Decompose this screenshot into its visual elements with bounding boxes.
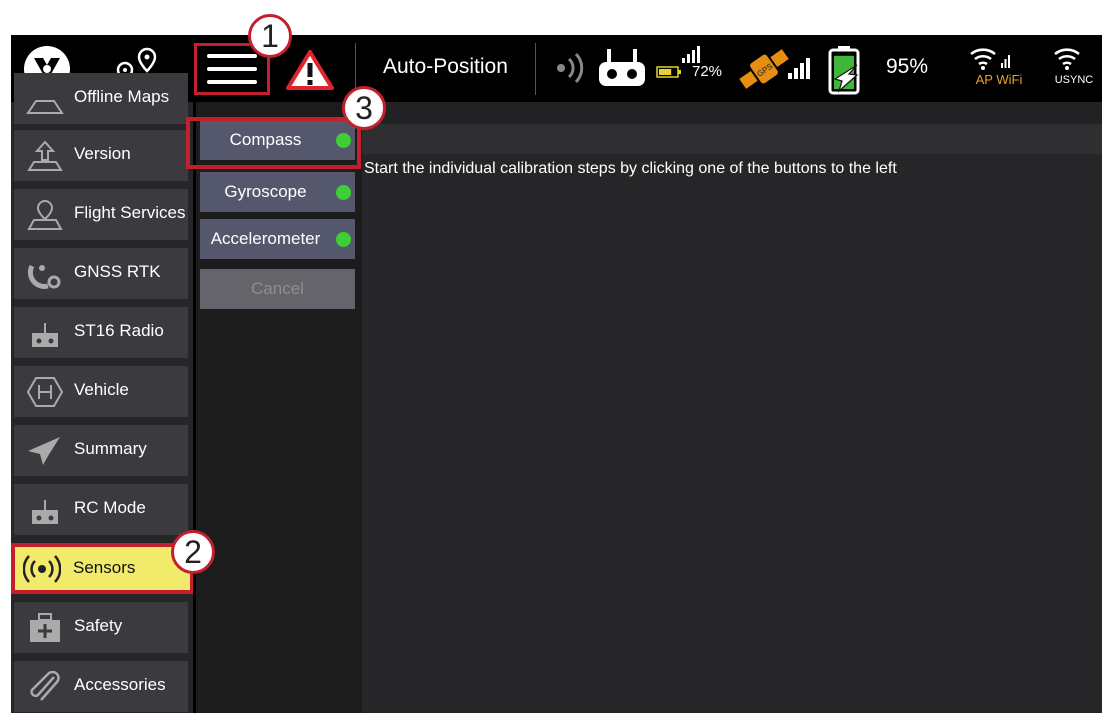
content-subheader — [362, 124, 1102, 154]
settings-sidebar: Offline Maps Version Flight Services GNS… — [11, 73, 194, 713]
status-ok-icon — [336, 232, 351, 247]
sidebar-item-vehicle[interactable]: Vehicle — [14, 366, 188, 417]
signal-icon — [551, 51, 587, 85]
paper-plane-icon — [26, 435, 64, 467]
radio-icon — [26, 317, 64, 349]
sidebar-item-label: RC Mode — [74, 498, 146, 517]
main-content: Start the individual calibration steps b… — [362, 102, 1102, 713]
usync-status[interactable]: USYNC — [1051, 45, 1097, 95]
remote-controller-icon — [597, 47, 647, 87]
menu-icon — [207, 54, 257, 58]
gps-icon: GPS — [736, 45, 792, 93]
sidebar-item-label: ST16 Radio — [74, 321, 164, 340]
menu-icon-bar — [207, 67, 257, 71]
sidebar-item-sensors[interactable]: Sensors — [11, 543, 194, 594]
first-aid-icon — [26, 612, 64, 644]
calibration-panel: Compass Gyroscope Accelerometer Cancel — [196, 102, 362, 713]
battery-icon — [827, 45, 861, 95]
callout-2: 2 — [171, 530, 215, 574]
instructions-text: Start the individual calibration steps b… — [364, 160, 897, 177]
sidebar-item-gnss-rtk[interactable]: GNSS RTK — [14, 248, 188, 299]
paperclip-icon — [26, 670, 64, 703]
flight-mode-label[interactable]: Auto-Position — [383, 55, 508, 79]
cancel-label: Cancel — [251, 279, 304, 298]
sidebar-item-label: Version — [74, 144, 131, 163]
status-ok-icon — [336, 185, 351, 200]
content-header — [362, 102, 1102, 124]
compass-button[interactable]: Compass — [200, 120, 355, 160]
sidebar-item-label: GNSS RTK — [74, 262, 161, 281]
upload-icon — [26, 140, 64, 172]
ap-wifi-label: AP WiFi — [975, 72, 1023, 87]
sidebar-item-label: Sensors — [73, 558, 136, 577]
accelerometer-button[interactable]: Accelerometer — [200, 219, 355, 259]
gyroscope-label: Gyroscope — [224, 182, 307, 201]
rc-battery-icon — [656, 66, 682, 78]
callout-1: 1 — [248, 14, 292, 58]
sidebar-item-label: Flight Services — [74, 203, 186, 222]
sidebar-item-rc-mode[interactable]: RC Mode — [14, 484, 188, 535]
sidebar-item-label: Summary — [74, 439, 147, 458]
cancel-button[interactable]: Cancel — [200, 269, 355, 309]
sidebar-item-summary[interactable]: Summary — [14, 425, 188, 476]
map-icon — [26, 83, 64, 115]
rc-battery-percent: 72% — [692, 63, 723, 80]
sidebar-item-accessories[interactable]: Accessories — [14, 661, 188, 712]
menu-icon-bar — [207, 80, 257, 84]
app-window: Auto-Position 72% GPS 95% AP WiFi USYNC … — [11, 35, 1102, 713]
sidebar-item-safety[interactable]: Safety — [14, 602, 188, 653]
compass-label: Compass — [229, 130, 302, 149]
warning-icon[interactable] — [285, 49, 335, 91]
wifi-icon — [1054, 48, 1080, 70]
sidebar-item-label: Offline Maps — [74, 87, 170, 106]
drone-battery-percent: 95% — [886, 55, 929, 78]
satellite-gear-icon — [26, 258, 64, 290]
usync-label: USYNC — [1054, 74, 1094, 86]
sidebar-item-version[interactable]: Version — [14, 130, 188, 181]
location-map-icon — [26, 199, 64, 231]
sidebar-item-label: Vehicle — [74, 380, 129, 399]
gyroscope-button[interactable]: Gyroscope — [200, 172, 355, 212]
sidebar-item-label: Accessories — [74, 675, 166, 694]
gps-signal-bars-icon — [787, 57, 813, 79]
ap-wifi-status[interactable]: AP WiFi — [967, 45, 1031, 95]
sidebar-item-label: Safety — [74, 616, 123, 635]
sidebar-item-st16-radio[interactable]: ST16 Radio — [14, 307, 188, 358]
rc-signal-bars-icon — [681, 45, 703, 63]
sidebar-item-offline-maps[interactable]: Offline Maps — [14, 73, 188, 124]
sidebar-item-flight-services[interactable]: Flight Services — [14, 189, 188, 240]
wifi-icon — [970, 48, 1010, 70]
accelerometer-label: Accelerometer — [210, 229, 321, 248]
radio-icon — [26, 494, 64, 526]
callout-3: 3 — [342, 86, 386, 130]
hexagon-h-icon — [26, 376, 64, 408]
broadcast-icon — [22, 553, 62, 585]
separator — [535, 43, 536, 95]
status-ok-icon — [336, 133, 351, 148]
